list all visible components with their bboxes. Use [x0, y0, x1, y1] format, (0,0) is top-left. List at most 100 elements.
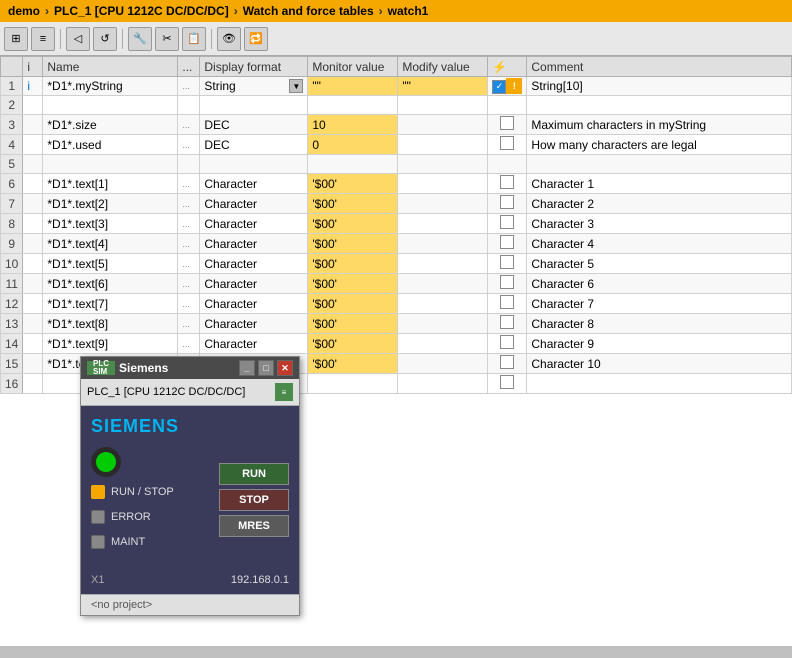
- force-cell[interactable]: [488, 274, 527, 294]
- name-cell[interactable]: *D1*.text[7]: [43, 294, 178, 314]
- force-checkbox[interactable]: [500, 136, 514, 150]
- format-cell[interactable]: Character: [200, 214, 308, 234]
- modify-value-cell[interactable]: [398, 354, 488, 374]
- name-cell[interactable]: *D1*.text[5]: [43, 254, 178, 274]
- format-cell[interactable]: [200, 155, 308, 174]
- modify-value-cell[interactable]: [398, 234, 488, 254]
- format-cell[interactable]: Character: [200, 334, 308, 354]
- format-dropdown-arrow[interactable]: ▼: [289, 79, 303, 93]
- force-cell[interactable]: [488, 354, 527, 374]
- format-cell[interactable]: String▼: [200, 77, 308, 96]
- table-row[interactable]: 8*D1*.text[3]...Character'$00'Character …: [1, 214, 792, 234]
- dots-cell[interactable]: ...: [178, 115, 200, 135]
- force-checkbox[interactable]: [500, 355, 514, 369]
- force-cell[interactable]: [488, 115, 527, 135]
- format-cell[interactable]: Character: [200, 234, 308, 254]
- table-row[interactable]: 5: [1, 155, 792, 174]
- dots-cell[interactable]: ...: [178, 77, 200, 96]
- modify-value-cell[interactable]: [398, 155, 488, 174]
- dialog-close-btn[interactable]: ✕: [277, 360, 293, 376]
- name-cell[interactable]: *D1*.text[2]: [43, 194, 178, 214]
- modify-value-cell[interactable]: [398, 294, 488, 314]
- table-row[interactable]: 12*D1*.text[7]...Character'$00'Character…: [1, 294, 792, 314]
- format-cell[interactable]: Character: [200, 194, 308, 214]
- table-row[interactable]: 3*D1*.size...DEC10Maximum characters in …: [1, 115, 792, 135]
- force-cell[interactable]: [488, 135, 527, 155]
- name-cell[interactable]: [43, 155, 178, 174]
- dots-cell[interactable]: [178, 155, 200, 174]
- format-cell[interactable]: Character: [200, 254, 308, 274]
- force-cell[interactable]: [488, 294, 527, 314]
- table-row[interactable]: 13*D1*.text[8]...Character'$00'Character…: [1, 314, 792, 334]
- format-cell[interactable]: DEC: [200, 115, 308, 135]
- toolbar-btn-3[interactable]: ◁: [66, 27, 90, 51]
- dots-cell[interactable]: ...: [178, 194, 200, 214]
- format-cell[interactable]: [200, 96, 308, 115]
- force-cell[interactable]: [488, 174, 527, 194]
- modify-value-cell[interactable]: "": [398, 77, 488, 96]
- name-cell[interactable]: *D1*.text[3]: [43, 214, 178, 234]
- run-button[interactable]: RUN: [219, 463, 289, 485]
- table-row[interactable]: 2: [1, 96, 792, 115]
- modify-value-cell[interactable]: [398, 96, 488, 115]
- dots-cell[interactable]: ...: [178, 314, 200, 334]
- force-cell[interactable]: [488, 96, 527, 115]
- dots-cell[interactable]: [178, 96, 200, 115]
- modify-value-cell[interactable]: [398, 115, 488, 135]
- dots-cell[interactable]: ...: [178, 174, 200, 194]
- dots-cell[interactable]: ...: [178, 294, 200, 314]
- name-cell[interactable]: *D1*.myString: [43, 77, 178, 96]
- dialog-restore-btn[interactable]: □: [258, 360, 274, 376]
- format-cell[interactable]: Character: [200, 314, 308, 334]
- name-cell[interactable]: [43, 96, 178, 115]
- dots-cell[interactable]: ...: [178, 214, 200, 234]
- modify-value-cell[interactable]: [398, 274, 488, 294]
- dialog-minimize-btn[interactable]: _: [239, 360, 255, 376]
- force-checkbox[interactable]: [500, 275, 514, 289]
- mres-button[interactable]: MRES: [219, 515, 289, 537]
- force-checkbox[interactable]: [500, 235, 514, 249]
- toolbar-btn-2[interactable]: ≡: [31, 27, 55, 51]
- force-checkbox[interactable]: [500, 195, 514, 209]
- table-row[interactable]: 11*D1*.text[6]...Character'$00'Character…: [1, 274, 792, 294]
- dots-cell[interactable]: ...: [178, 334, 200, 354]
- table-row[interactable]: 14*D1*.text[9]...Character'$00'Character…: [1, 334, 792, 354]
- modify-value-cell[interactable]: [398, 314, 488, 334]
- format-cell[interactable]: Character: [200, 294, 308, 314]
- force-checkbox[interactable]: [500, 255, 514, 269]
- dots-cell[interactable]: ...: [178, 234, 200, 254]
- toolbar-btn-9[interactable]: 🔁: [244, 27, 268, 51]
- name-cell[interactable]: *D1*.size: [43, 115, 178, 135]
- table-row[interactable]: 7*D1*.text[2]...Character'$00'Character …: [1, 194, 792, 214]
- name-cell[interactable]: *D1*.text[4]: [43, 234, 178, 254]
- table-row[interactable]: 6*D1*.text[1]...Character'$00'Character …: [1, 174, 792, 194]
- table-row[interactable]: 4*D1*.used...DEC0How many characters are…: [1, 135, 792, 155]
- force-cell[interactable]: [488, 155, 527, 174]
- force-checkbox[interactable]: [500, 335, 514, 349]
- modify-value-cell[interactable]: [398, 135, 488, 155]
- dots-cell[interactable]: ...: [178, 254, 200, 274]
- name-cell[interactable]: *D1*.used: [43, 135, 178, 155]
- force-checkbox[interactable]: [500, 375, 514, 389]
- dots-cell[interactable]: ...: [178, 135, 200, 155]
- table-row[interactable]: 10*D1*.text[5]...Character'$00'Character…: [1, 254, 792, 274]
- force-checkbox[interactable]: [500, 215, 514, 229]
- name-cell[interactable]: *D1*.text[6]: [43, 274, 178, 294]
- toolbar-btn-8[interactable]: 👁: [217, 27, 241, 51]
- force-checkbox[interactable]: [500, 175, 514, 189]
- name-cell[interactable]: *D1*.text[8]: [43, 314, 178, 334]
- force-checkbox[interactable]: [500, 315, 514, 329]
- toolbar-btn-1[interactable]: ⊞: [4, 27, 28, 51]
- force-cell[interactable]: [488, 234, 527, 254]
- modify-value-cell[interactable]: [398, 334, 488, 354]
- table-row[interactable]: 9*D1*.text[4]...Character'$00'Character …: [1, 234, 792, 254]
- force-cell[interactable]: [488, 374, 527, 394]
- modify-value-cell[interactable]: [398, 174, 488, 194]
- force-cell[interactable]: [488, 334, 527, 354]
- force-cell[interactable]: [488, 194, 527, 214]
- force-cell[interactable]: !: [488, 77, 527, 96]
- table-row[interactable]: 1i*D1*.myString...String▼""""!String[10]: [1, 77, 792, 96]
- modify-value-cell[interactable]: [398, 194, 488, 214]
- modify-value-cell[interactable]: [398, 374, 488, 394]
- name-cell[interactable]: *D1*.text[9]: [43, 334, 178, 354]
